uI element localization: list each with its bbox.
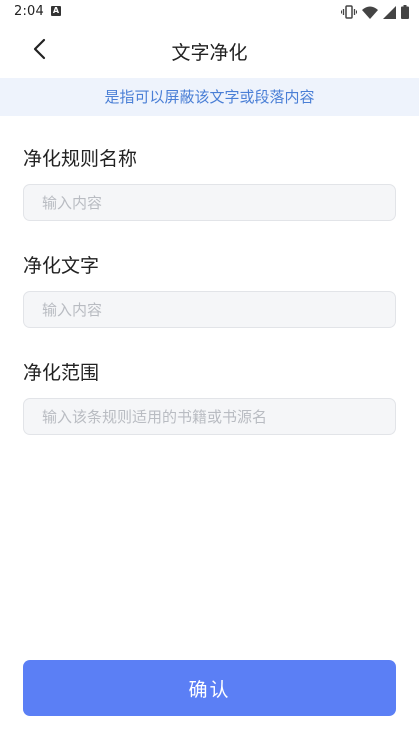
scope-label: 净化范围 xyxy=(23,362,100,384)
wifi-icon xyxy=(362,6,378,19)
status-time: 2:04 xyxy=(14,4,44,19)
battery-icon xyxy=(401,5,409,19)
rule-name-label: 净化规则名称 xyxy=(23,148,138,170)
purify-text-screen: 2:04 A 文字净化 是指可以屏蔽该文字或段落内容 净化规则名称 输入内容 净… xyxy=(0,0,419,744)
vibrate-icon xyxy=(341,5,357,19)
notification-icon: A xyxy=(51,6,61,16)
scope-input[interactable] xyxy=(23,398,396,435)
purify-text-label: 净化文字 xyxy=(23,255,100,277)
info-banner: 是指可以屏蔽该文字或段落内容 xyxy=(0,78,419,116)
status-icons xyxy=(341,4,409,20)
purify-text-input[interactable] xyxy=(23,291,396,328)
status-bar: 2:04 A xyxy=(0,0,419,24)
confirm-button[interactable]: 确认 xyxy=(23,660,396,716)
rule-name-input[interactable] xyxy=(23,184,396,221)
title-bar: 文字净化 xyxy=(0,24,419,78)
page-title: 文字净化 xyxy=(171,42,248,64)
signal-icon xyxy=(383,5,396,19)
